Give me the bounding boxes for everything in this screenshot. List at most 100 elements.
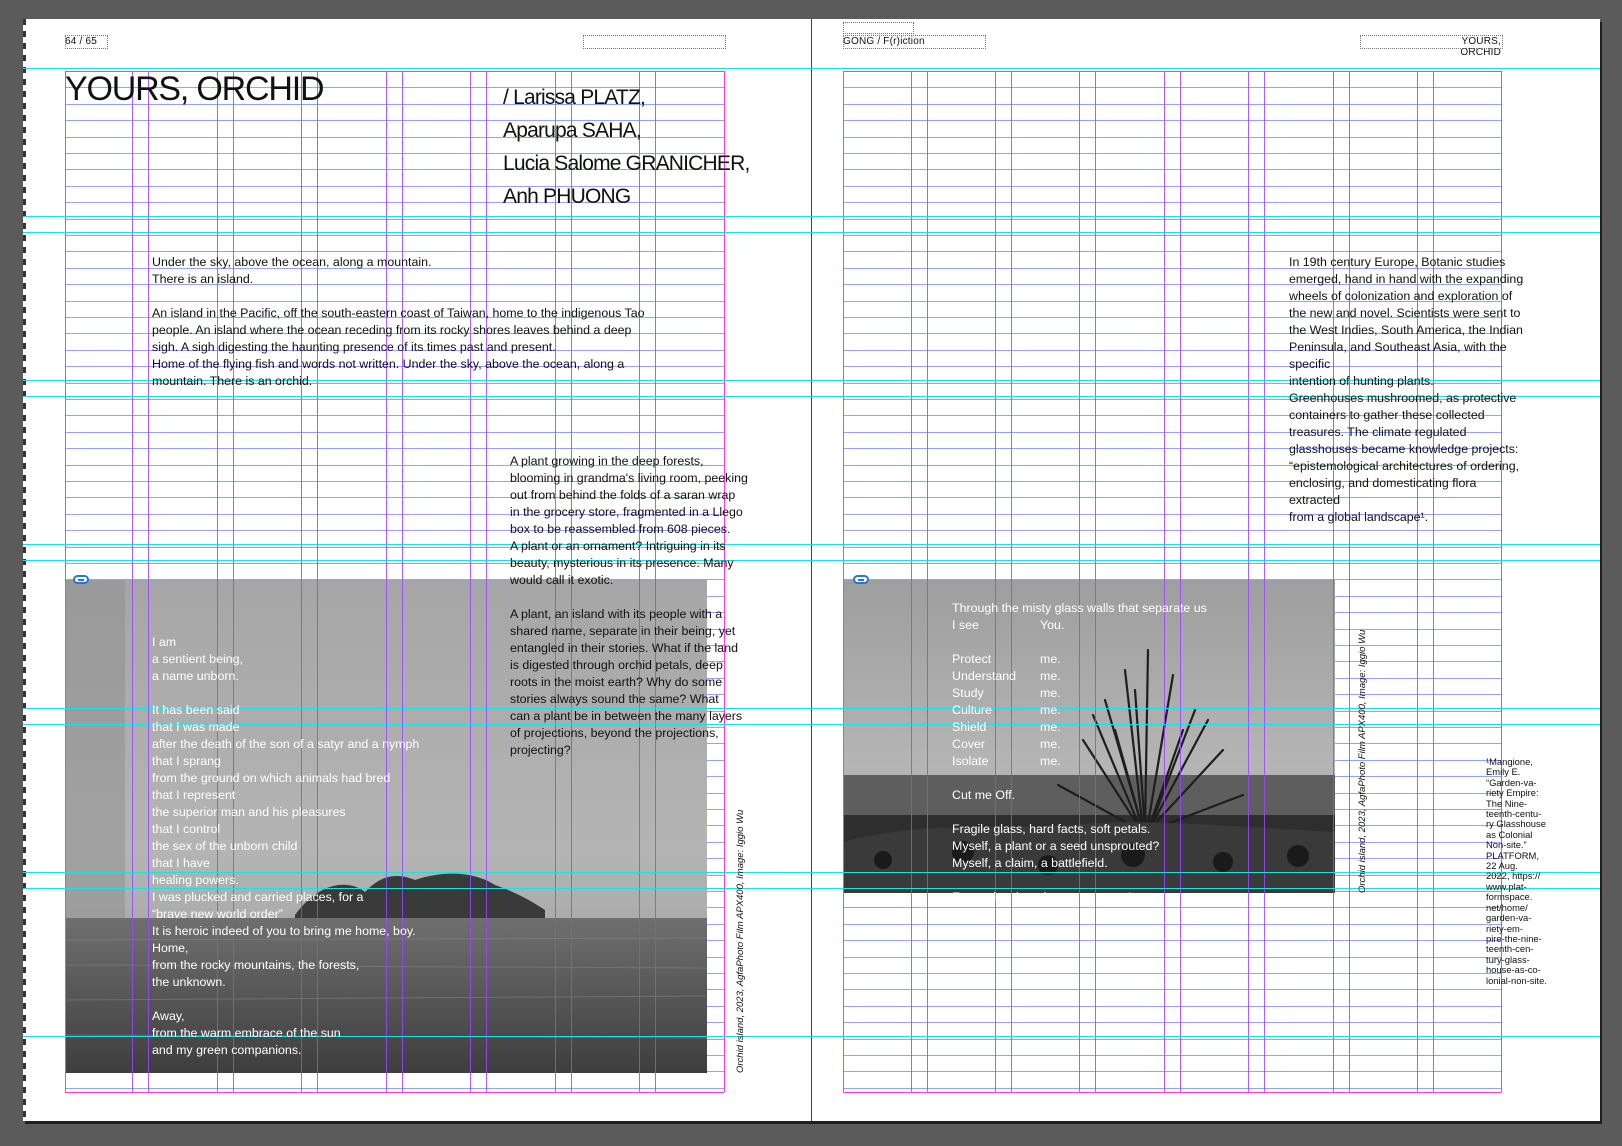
text-line: enclosing, and domesticating flora (1289, 476, 1477, 490)
text-line: containers to gather these collected (1289, 408, 1485, 422)
guide-line (23, 544, 1600, 545)
text-line: can a plant be in between the many layer… (510, 709, 743, 723)
me-label: me. (1040, 652, 1061, 666)
baseline-line (65, 251, 724, 252)
poem-line: You. (1040, 618, 1065, 632)
link-icon[interactable] (853, 575, 869, 584)
greenhouse-poem: Through the misty glass walls that separ… (952, 600, 1207, 906)
baseline-line (843, 169, 1501, 170)
baseline-line (843, 1071, 1501, 1072)
text-line: There is an island. (152, 272, 254, 286)
baseline-line (843, 957, 1501, 958)
text-line: shared name, separate in their being, ye… (510, 624, 736, 638)
column-guide (1333, 71, 1334, 1092)
text-line: entangled in their stories. What if the … (510, 641, 738, 655)
column-guide (1095, 71, 1096, 1092)
link-icon[interactable] (73, 575, 89, 584)
baseline-line (843, 989, 1501, 990)
column-guide (1079, 71, 1080, 1092)
column-guide (995, 71, 996, 1092)
margin-guide (65, 1092, 724, 1093)
text-line: glasshouses became knowledge projects: (1289, 442, 1519, 456)
verb-row: Understand me. (952, 668, 1207, 685)
text-line: mountain. There is an orchid. (152, 374, 313, 388)
text-line: garden-va- (1486, 912, 1532, 924)
baseline-line (843, 563, 1501, 564)
text-line: Home, (152, 941, 189, 955)
baseline-line (65, 235, 724, 236)
orchid-poem: I am a sentient being, a name unborn. It ha… (152, 634, 419, 1059)
column-guide (911, 71, 912, 1092)
baseline-line (843, 202, 1501, 203)
column-guide (843, 71, 844, 1092)
text-line: box to be reassembled from 608 pieces. (510, 522, 731, 536)
text-line: from the rocky mountains, the forests, (152, 958, 360, 972)
footnote: ¹Mangione, Emily E. “Garden-va-riety Empir… (1486, 756, 1556, 986)
text-line: I am (152, 635, 177, 649)
baseline-line (843, 547, 1501, 548)
text-line: Greenhouses mushroomed, as protective (1289, 391, 1517, 405)
poem-line: I see You. (952, 617, 1207, 634)
magazine-spread: 64 / 65 YOURS, ORCHID / Larissa PLATZ, A… (23, 19, 1600, 1121)
baseline-line (843, 120, 1501, 121)
folio-frame (65, 35, 108, 49)
text-line: Myself, a claim, a battlefield. (952, 856, 1108, 870)
text-line: I was plucked and carried places, for a (152, 890, 364, 904)
text-line: and my green companions. (152, 1043, 302, 1057)
folio-frame (843, 35, 986, 49)
text-line: intention of hunting plants. (1289, 374, 1434, 388)
me-label: me. (1040, 686, 1061, 700)
text-line: An island in the Pacific, off the south-… (152, 306, 645, 320)
verb: Culture (952, 703, 992, 717)
baseline-line (65, 399, 724, 400)
text-line: beauty, mysterious in its presence. Many (510, 556, 734, 570)
text-line: “brave new world order” (152, 907, 283, 921)
column-guide (1349, 71, 1350, 1092)
text-line: the West Indies, South America, the Indi… (1289, 323, 1523, 337)
verb: Study (952, 686, 984, 700)
poem-line: Through the misty glass walls that separ… (952, 601, 1207, 615)
text-line: It has been said (152, 703, 240, 717)
verb-row: Shield me. (952, 719, 1207, 736)
me-label: me. (1040, 754, 1061, 768)
column-guide (1180, 71, 1181, 1092)
poem-line: Expensive thought (952, 890, 1054, 904)
text-line: from a global landscape¹. (1289, 510, 1429, 524)
author-name: / Larissa PLATZ, (503, 86, 646, 109)
text-line: A plant or an ornament? Intriguing in it… (510, 539, 726, 553)
text-line: emerged, hand in hand with the expanding (1289, 272, 1524, 286)
history-text: In 19th century Europe, Botanic studies e… (1289, 254, 1523, 526)
text-line: projecting? (510, 743, 571, 757)
column-guide (486, 71, 487, 1092)
verb: Cover (952, 737, 986, 751)
folio-frame (583, 35, 726, 49)
text-line: that I control (152, 822, 221, 836)
text-line: extracted (1289, 493, 1340, 507)
text-line: Myself, a plant or a seed unsprouted? (952, 839, 1160, 853)
poem-end: Cut me Off. Fragile glass, hard facts, so… (952, 787, 1207, 889)
column-guide (1011, 71, 1012, 1092)
baseline-line (843, 1006, 1501, 1007)
spine-divider (811, 19, 812, 1121)
verb: Isolate (952, 754, 989, 768)
guide-line (23, 216, 1600, 217)
baseline-line (843, 137, 1501, 138)
text-line: stories always sound the same? What (510, 692, 719, 706)
verb: Protect (952, 652, 992, 666)
verb-row: Cover me. (952, 736, 1207, 753)
baseline-line (843, 1055, 1501, 1056)
text-line: would call it exotic. (510, 573, 614, 587)
text-line: the sex of the unborn child (152, 839, 298, 853)
verb: Shield (952, 720, 987, 734)
text-line: a name unborn. (152, 669, 239, 683)
baseline-line (843, 153, 1501, 154)
column-guide (470, 71, 471, 1092)
baseline-line (843, 973, 1501, 974)
poem-line: I see (952, 618, 979, 632)
baseline-line (843, 186, 1501, 187)
